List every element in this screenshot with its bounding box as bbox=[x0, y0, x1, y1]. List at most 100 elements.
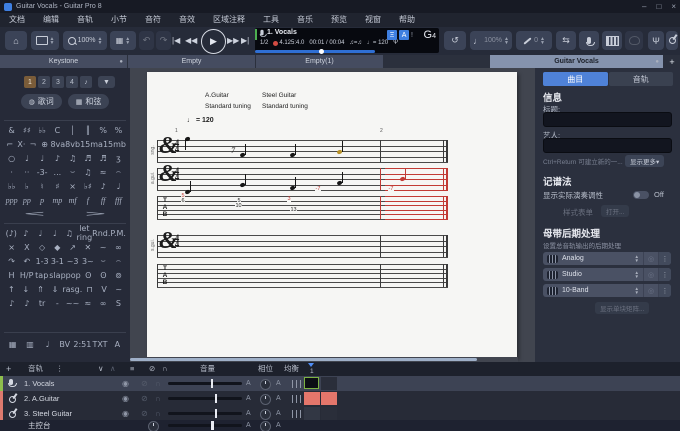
palette-symbol[interactable]: ♪ bbox=[50, 154, 65, 163]
edit-pencil-control[interactable]: 0▲▼ bbox=[516, 31, 552, 50]
menu-编辑[interactable]: 编辑 bbox=[34, 13, 68, 27]
pan-knob[interactable] bbox=[260, 379, 271, 390]
palette-symbol[interactable]: pp bbox=[19, 196, 34, 205]
palette-symbol[interactable]: ~3 bbox=[65, 257, 80, 266]
palette-symbol[interactable]: · bbox=[4, 168, 19, 177]
palette-symbol[interactable]: ff bbox=[96, 196, 111, 205]
palette-symbol[interactable]: ·· bbox=[19, 168, 34, 177]
palette-symbol[interactable]: X bbox=[19, 243, 34, 252]
palette-tool[interactable]: TXT bbox=[91, 340, 108, 349]
master-pan-knob[interactable] bbox=[260, 421, 271, 431]
palette-symbol[interactable]: ◆ bbox=[50, 243, 65, 252]
add-track-button[interactable]: + bbox=[6, 362, 11, 376]
palette-symbol[interactable]: ↷ bbox=[4, 257, 19, 266]
palette-symbol[interactable]: ⌣ bbox=[65, 167, 80, 177]
palette-symbol[interactable]: ppp bbox=[4, 196, 19, 205]
palette-symbol[interactable]: let ring bbox=[77, 224, 93, 242]
palette-symbol[interactable]: H/P bbox=[19, 271, 34, 280]
open-stylesheet-button[interactable]: 打开... bbox=[601, 205, 629, 217]
menu-文档[interactable]: 文档 bbox=[0, 13, 34, 27]
menu-工具[interactable]: 工具 bbox=[254, 13, 288, 27]
palette-symbol[interactable]: ∞ bbox=[111, 243, 126, 252]
palette-symbol[interactable]: 3~ bbox=[80, 257, 95, 266]
close-button[interactable]: × bbox=[671, 2, 676, 11]
palette-symbol[interactable]: × bbox=[65, 182, 80, 191]
palette-symbol[interactable]: P.M. bbox=[110, 229, 126, 238]
score-page[interactable]: A.GuitarStandard tuningSteel GuitarStand… bbox=[147, 72, 517, 358]
palette-symbol[interactable]: 3-1 bbox=[50, 257, 65, 266]
fast-forward-button[interactable]: ▶▶ bbox=[227, 36, 239, 45]
pedalboard-matrix-button[interactable]: 显示单块矩阵... bbox=[595, 302, 649, 314]
zoom-control[interactable]: 100%▲▼ bbox=[63, 31, 107, 50]
palette-symbol[interactable]: ♭♭ bbox=[35, 126, 50, 135]
palette-symbol[interactable]: slap bbox=[49, 271, 65, 280]
palette-symbol[interactable]: C bbox=[50, 126, 65, 135]
palette-symbol[interactable]: p bbox=[35, 196, 50, 205]
volume-slider[interactable] bbox=[168, 397, 242, 400]
track-row[interactable]: 3. Steel Guitar◉⊘∩AA bbox=[0, 406, 680, 421]
go-start-button[interactable]: |◀ bbox=[172, 36, 180, 45]
page-layout-button[interactable]: ▦▲▼ bbox=[110, 31, 136, 50]
pick-tool-button[interactable]: ▼ bbox=[98, 76, 115, 88]
palette-symbol[interactable]: pop bbox=[66, 271, 81, 280]
palette-symbol[interactable]: ↑ bbox=[4, 285, 19, 294]
solo-headphones-icon[interactable]: ∩ bbox=[155, 376, 161, 391]
palette-symbol[interactable]: X· bbox=[16, 140, 28, 149]
tab-fret-number[interactable]: 10 bbox=[235, 204, 242, 209]
palette-symbol[interactable]: ♮ bbox=[35, 182, 50, 191]
palette-symbol[interactable]: ↶ bbox=[19, 257, 34, 266]
palette-symbol[interactable]: ♯♯ bbox=[19, 126, 34, 135]
palette-symbol[interactable]: ⇑ bbox=[33, 285, 48, 294]
palette-symbol[interactable]: ʒ bbox=[111, 154, 126, 163]
palette-symbol[interactable]: rasg. bbox=[62, 285, 82, 294]
eq-sliders-icon[interactable] bbox=[292, 395, 302, 403]
measure-cell[interactable] bbox=[321, 407, 337, 420]
fretboard-toggle[interactable]: Ξ bbox=[387, 30, 397, 40]
palette-symbol[interactable]: ↓ bbox=[19, 285, 34, 294]
palette-tool[interactable]: ♩ bbox=[39, 340, 56, 349]
progress-handle[interactable] bbox=[319, 49, 324, 54]
palette-symbol[interactable]: ~ bbox=[96, 243, 111, 252]
palette-symbol[interactable]: ♯ bbox=[50, 182, 65, 191]
palette-symbol[interactable]: H bbox=[4, 271, 19, 280]
palette-symbol[interactable]: ♭ bbox=[19, 182, 34, 191]
voice-button-2[interactable]: 2 bbox=[38, 76, 50, 88]
measure-cell[interactable] bbox=[304, 407, 320, 420]
pan-automation-a[interactable]: A bbox=[276, 376, 281, 391]
visibility-eye-icon[interactable]: ◉ bbox=[122, 406, 129, 421]
palette-symbol[interactable]: ♭♯ bbox=[80, 182, 95, 191]
tuner-button[interactable]: Ψ bbox=[648, 31, 664, 50]
palette-symbol[interactable]: 15mb bbox=[103, 140, 126, 149]
mute-all-icon[interactable]: ⊘ bbox=[149, 362, 155, 376]
menu-小节[interactable]: 小节 bbox=[102, 13, 136, 27]
mastering-slot[interactable]: Analog▲▼◎⋮ bbox=[543, 252, 671, 265]
palette-tool[interactable]: A bbox=[109, 340, 126, 349]
concert-pitch-toggle[interactable] bbox=[633, 191, 649, 199]
measure-cell[interactable] bbox=[321, 392, 337, 405]
palette-symbol[interactable]: 1-3 bbox=[35, 257, 50, 266]
palette-symbol[interactable]: 8va bbox=[50, 140, 65, 149]
palette-symbol[interactable]: ⌢ bbox=[111, 167, 126, 177]
menu-音轨[interactable]: 音轨 bbox=[68, 13, 102, 27]
palette-symbol[interactable]: × bbox=[4, 243, 19, 252]
minimize-button[interactable]: – bbox=[642, 2, 646, 11]
voice-button-3[interactable]: 3 bbox=[52, 76, 64, 88]
tab-pin-icon[interactable]: ● bbox=[655, 59, 659, 65]
palette-symbol[interactable]: - bbox=[50, 299, 65, 308]
palette-symbol[interactable]: ♩ bbox=[111, 182, 126, 191]
chords-button[interactable]: ▦和弦 bbox=[68, 94, 110, 109]
palette-symbol[interactable]: ¬ bbox=[27, 140, 39, 149]
master-gain-knob[interactable] bbox=[148, 421, 159, 431]
voice-button-4[interactable]: 4 bbox=[66, 76, 78, 88]
tab-fret-number[interactable]: 6 bbox=[181, 199, 185, 204]
palette-symbol[interactable]: ♪ bbox=[96, 182, 111, 191]
slot-power-button[interactable]: ◎ bbox=[643, 268, 658, 281]
slot-stepper-icon[interactable]: ▲▼ bbox=[635, 255, 639, 263]
palette-symbol[interactable]: ⇓ bbox=[48, 285, 63, 294]
palette-symbol[interactable]: ♩ bbox=[48, 229, 63, 238]
menu-音符[interactable]: 音符 bbox=[136, 13, 170, 27]
pan-knob[interactable] bbox=[260, 394, 271, 405]
palette-symbol[interactable]: (♪) bbox=[4, 229, 19, 238]
palette-symbol[interactable]: ♩ bbox=[19, 154, 34, 163]
menu-音效[interactable]: 音效 bbox=[170, 13, 204, 27]
